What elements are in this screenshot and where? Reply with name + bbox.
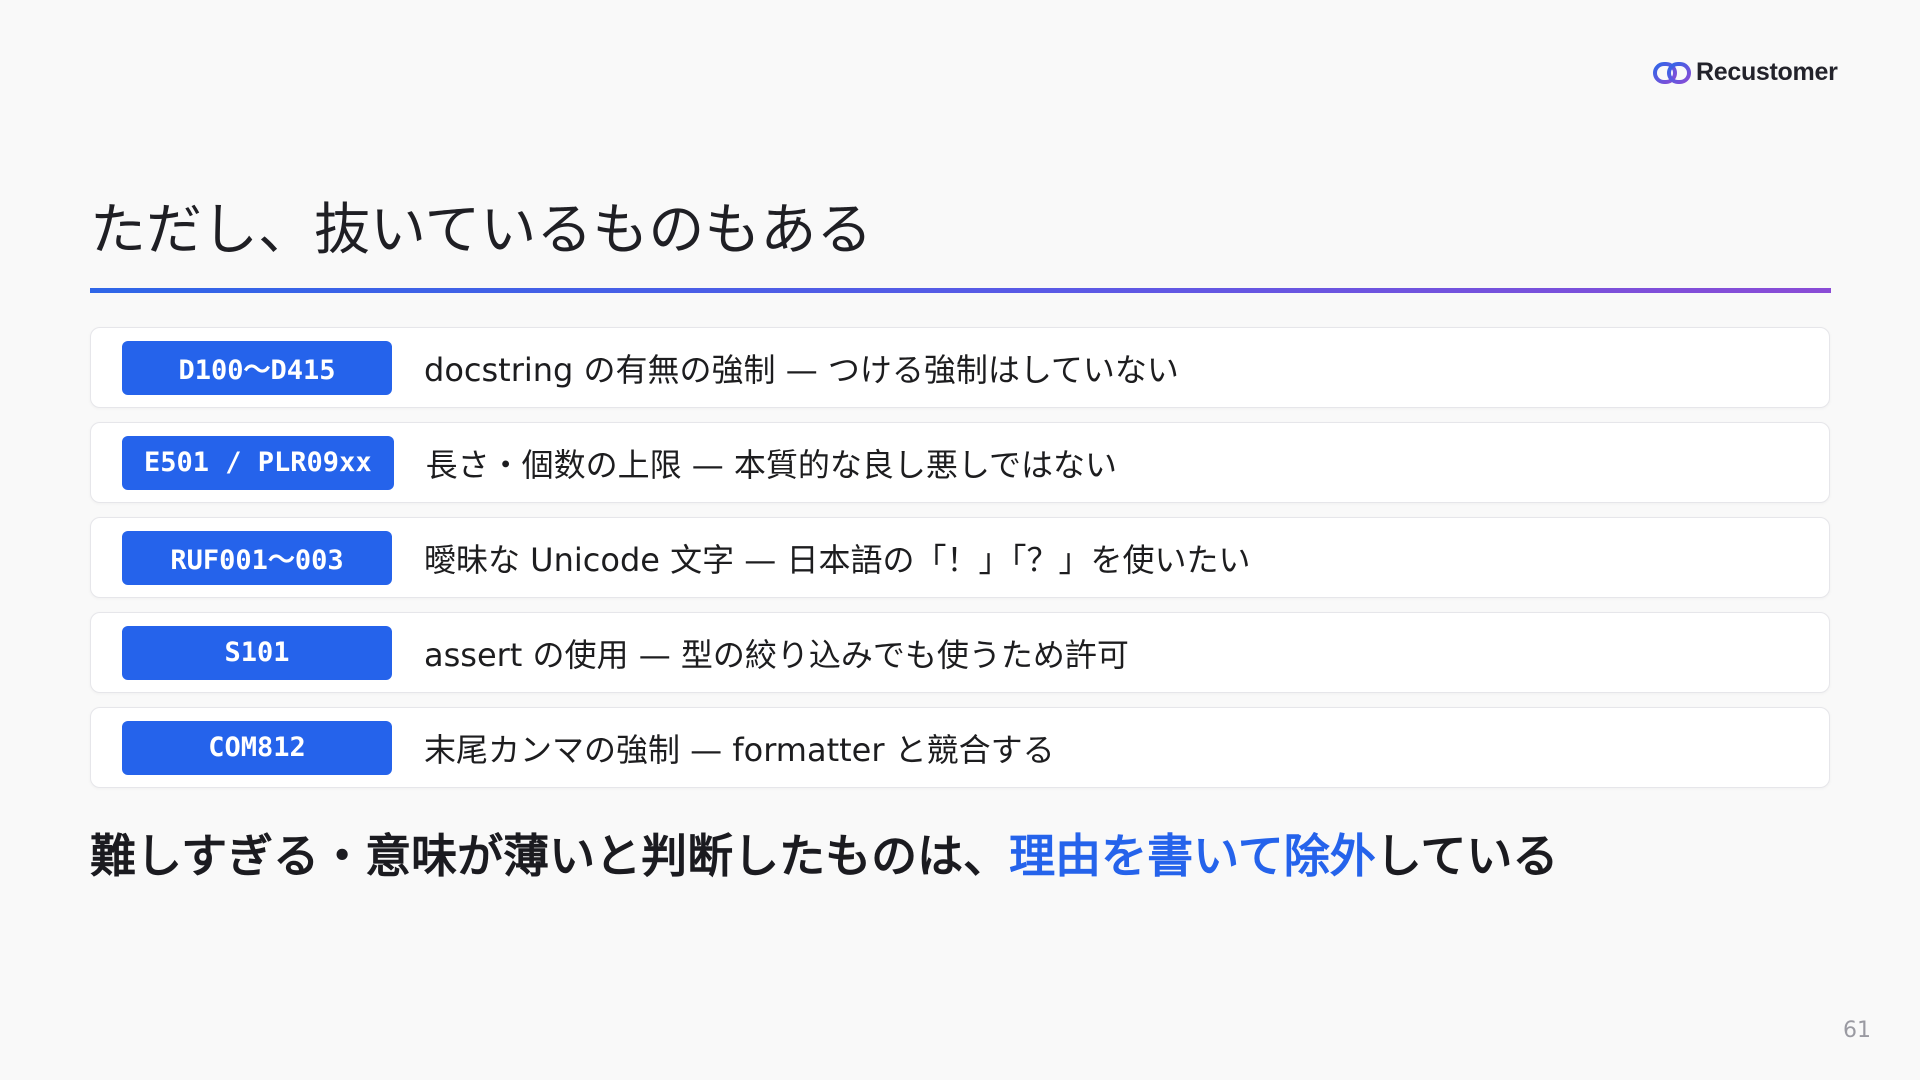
brand-logo: Recustomer bbox=[1652, 58, 1838, 87]
rule-description: 長さ・個数の上限 — 本質的な良し悪しではない bbox=[425, 445, 1117, 484]
rule-row-length: E501 / PLR09xx 長さ・個数の上限 — 本質的な良し悪しではない bbox=[90, 422, 1830, 503]
rule-description: assert の使用 — 型の絞り込みでも使うため許可 bbox=[424, 635, 1129, 674]
conclusion-lead: 難しすぎる・意味が薄いと判断したものは、 bbox=[90, 829, 1010, 883]
rule-row-unicode: RUF001〜003 曖昧な Unicode 文字 — 日本語の「！」「？」を使… bbox=[90, 517, 1830, 598]
rule-row-assert: S101 assert の使用 — 型の絞り込みでも使うため許可 bbox=[90, 612, 1830, 693]
conclusion-tail: している bbox=[1375, 829, 1559, 883]
rule-code-badge: E501 / PLR09xx bbox=[122, 435, 394, 490]
slide-title: ただし、抜いているものもある bbox=[90, 198, 873, 263]
rule-code-badge: RUF001〜003 bbox=[122, 530, 392, 585]
rule-description: 末尾カンマの強制 — formatter と競合する bbox=[424, 730, 1055, 769]
rule-description: 曖昧な Unicode 文字 — 日本語の「！」「？」を使いたい bbox=[424, 540, 1251, 579]
rule-list: D100〜D415 docstring の有無の強制 — つける強制はしていない… bbox=[90, 327, 1830, 802]
conclusion-highlight: 理由を書いて除外 bbox=[1009, 829, 1376, 883]
recustomer-logo-icon bbox=[1653, 61, 1691, 84]
title-underline bbox=[90, 288, 1831, 293]
rule-code-badge: COM812 bbox=[122, 720, 392, 775]
rule-row-trailing-comma: COM812 末尾カンマの強制 — formatter と競合する bbox=[90, 707, 1830, 788]
rule-code-badge: S101 bbox=[122, 625, 392, 680]
rule-code-badge: D100〜D415 bbox=[122, 340, 392, 395]
rule-row-docstring: D100〜D415 docstring の有無の強制 — つける強制はしていない bbox=[90, 327, 1830, 408]
slide: Recustomer ただし、抜いているものもある D100〜D415 docs… bbox=[0, 0, 1920, 1080]
page-number: 61 bbox=[1843, 1018, 1871, 1043]
brand-name: Recustomer bbox=[1696, 58, 1838, 86]
conclusion-text: 難しすぎる・意味が薄いと判断したものは、理由を書いて除外している bbox=[90, 824, 1558, 888]
rule-description: docstring の有無の強制 — つける強制はしていない bbox=[424, 350, 1179, 389]
